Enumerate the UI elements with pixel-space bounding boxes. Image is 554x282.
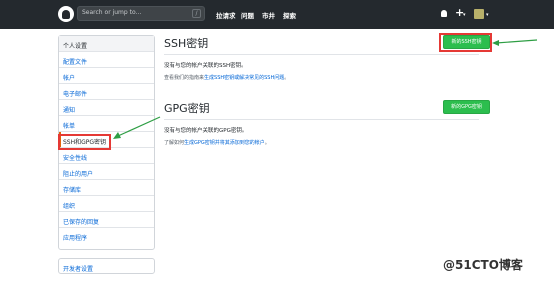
arrow-to-sidebar <box>117 116 161 137</box>
watermark: @51CTO博客 <box>443 258 523 272</box>
arrow-head-icon <box>492 40 499 46</box>
annotation-arrows <box>113 39 538 139</box>
arrow-to-button <box>495 39 538 44</box>
